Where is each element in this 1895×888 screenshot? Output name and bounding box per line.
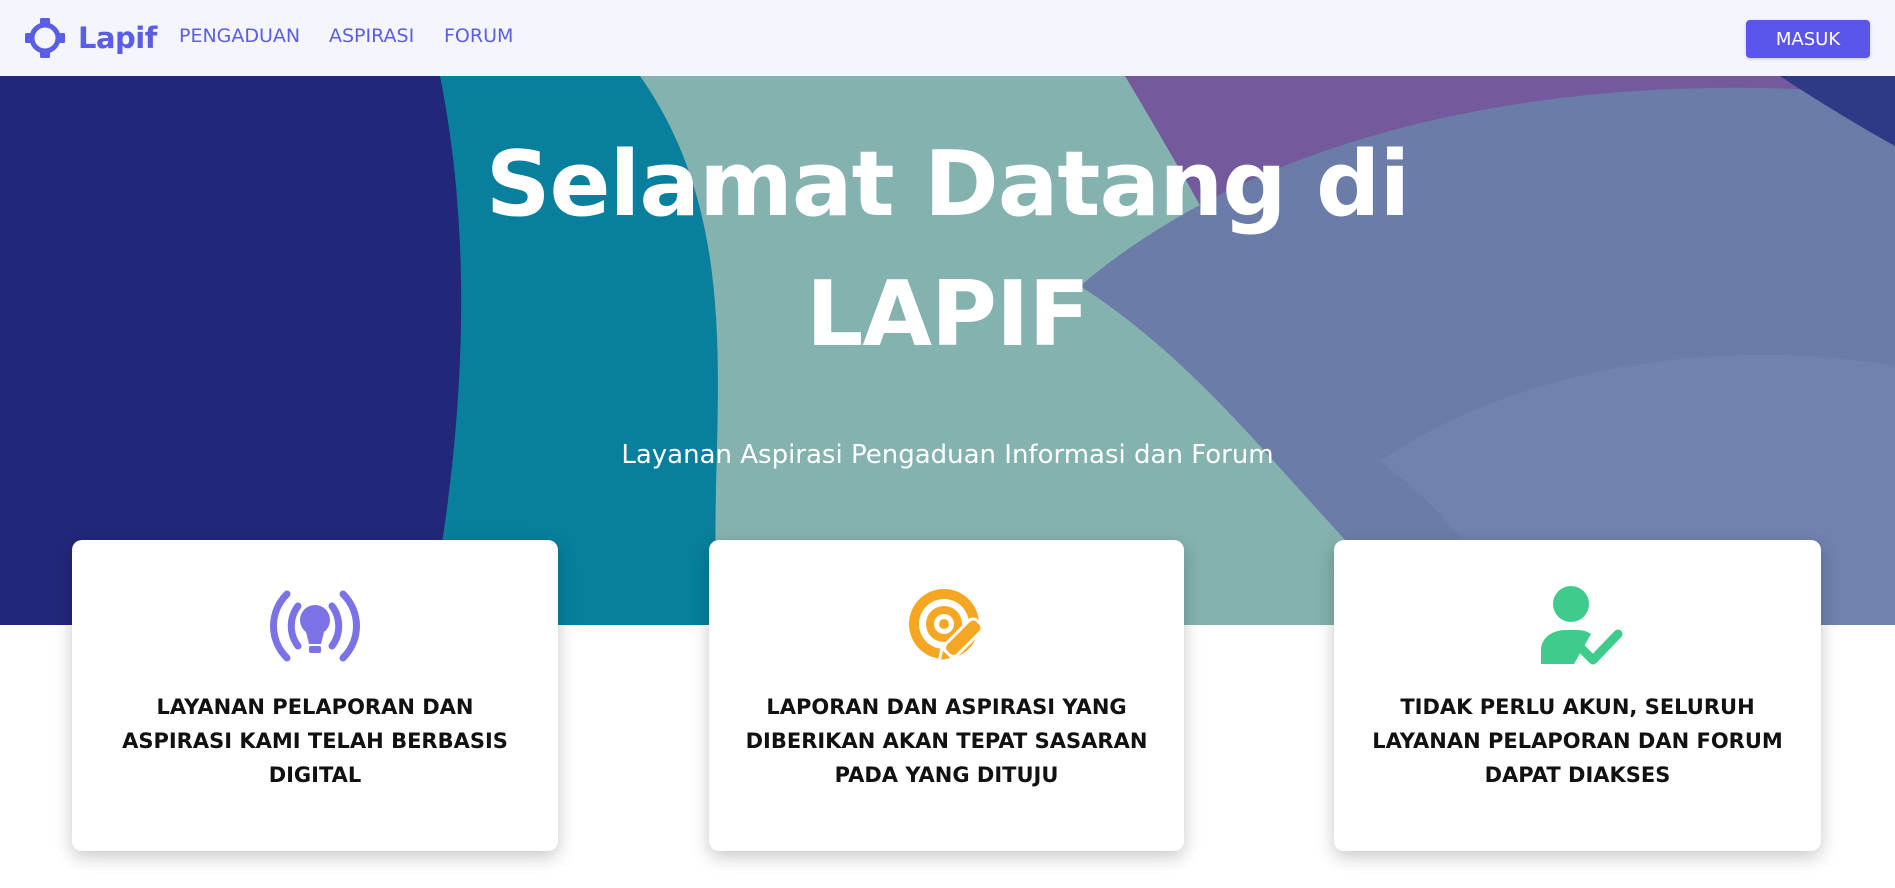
feature-card-no-account: TIDAK PERLU AKUN, SELURUH LAYANAN PELAPO… — [1334, 540, 1821, 851]
target-pencil-icon — [908, 589, 983, 664]
nav-link-forum[interactable]: FORUM — [444, 25, 513, 47]
brand-logo[interactable]: Lapif — [24, 17, 157, 59]
nav-link-aspirasi[interactable]: ASPIRASI — [329, 25, 414, 47]
login-button[interactable]: MASUK — [1746, 20, 1870, 58]
hero-title-line-2: LAPIF — [806, 262, 1090, 367]
feature-card-target: LAPORAN DAN ASPIRASI YANG DIBERIKAN AKAN… — [709, 540, 1184, 851]
feature-card-text: TIDAK PERLU AKUN, SELURUH LAYANAN PELAPO… — [1372, 695, 1783, 787]
hero-title-line-1: Selamat Datang di — [485, 132, 1411, 237]
user-check-icon — [1540, 586, 1622, 665]
logo-icon — [25, 18, 65, 58]
feature-card-digital: LAYANAN PELAPORAN DAN ASPIRASI KAMI TELA… — [72, 540, 558, 851]
hero-subtitle: Layanan Aspirasi Pengaduan Informasi dan… — [621, 440, 1274, 470]
feature-card-text: LAPORAN DAN ASPIRASI YANG DIBERIKAN AKAN… — [745, 695, 1148, 787]
hero-title: Selamat Datang di LAPIF — [0, 120, 1895, 380]
brand-name: Lapif — [78, 21, 157, 55]
nav-link-pengaduan[interactable]: PENGADUAN — [179, 25, 300, 47]
navbar: Lapif PENGADUAN ASPIRASI FORUM MASUK — [0, 0, 1895, 76]
feature-card-text: LAYANAN PELAPORAN DAN ASPIRASI KAMI TELA… — [122, 695, 508, 787]
broadcast-bulb-icon — [270, 590, 360, 662]
